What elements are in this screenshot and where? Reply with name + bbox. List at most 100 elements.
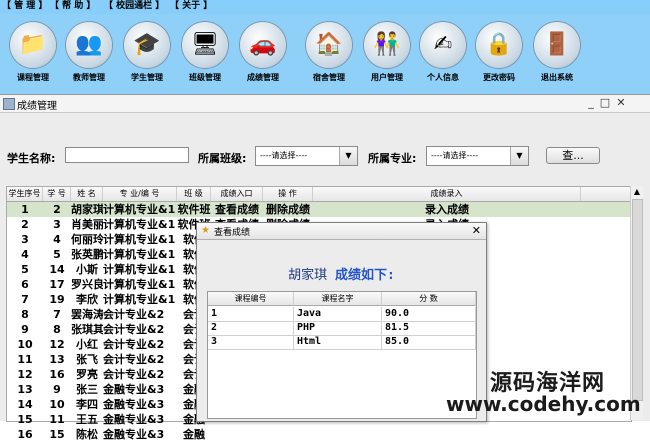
- cell-student-id: 10: [49, 398, 65, 411]
- major-label: 所属专业:: [368, 152, 417, 165]
- cell-student-id: 2: [53, 203, 61, 216]
- toolbar-button-label: 个人信息: [427, 73, 459, 82]
- cell-major: 会计专业&2: [103, 338, 165, 351]
- chevron-down-icon[interactable]: ▼: [510, 147, 528, 165]
- toolbar-button-class[interactable]: 🖥 班级管理: [180, 20, 230, 88]
- grades-column-header[interactable]: 分 数: [382, 292, 476, 306]
- cell-enter-grades-link[interactable]: 录入成绩: [313, 202, 581, 217]
- toolbar-button-label: 班级管理: [189, 73, 221, 82]
- grades-row[interactable]: 1 Java 90.0: [208, 307, 476, 322]
- cell-student-id: 9: [53, 383, 61, 396]
- cell-delete-grades-link[interactable]: 删除成绩: [263, 202, 313, 217]
- toolbar-button-users[interactable]: 👫 用户管理: [362, 20, 412, 88]
- grades-column-header[interactable]: 课程编号: [208, 292, 294, 306]
- toolbar-button-personal-info[interactable]: ✍ 个人信息: [418, 20, 468, 88]
- table-row[interactable]: 1 2 胡家琪 计算机专业&1 软件班 查看成绩 删除成绩 录入成绩: [7, 202, 631, 217]
- course-icon: 📁: [10, 22, 56, 68]
- grades-row[interactable]: 3 Html 85.0: [208, 335, 476, 350]
- cell-student-id: 7: [53, 308, 61, 321]
- cell-student-id: 16: [49, 368, 65, 381]
- cell-row-index: 1: [21, 203, 29, 216]
- toolbar-button-course[interactable]: 📁 课程管理: [8, 20, 58, 88]
- dialog-title: 查看成绩: [214, 228, 251, 238]
- cell-row-index: 9: [21, 323, 29, 336]
- dialog-heading-suffix: 成绩如下:: [335, 268, 395, 283]
- watermark-url: www.codehy.com: [446, 392, 641, 416]
- cell-major: 金融专业&3: [103, 428, 165, 441]
- menu-help[interactable]: 【 帮 助 】: [50, 0, 95, 14]
- cell-student-name: 罗亮: [76, 368, 98, 381]
- cell-major: 会计专业&2: [103, 308, 165, 321]
- vertical-scrollbar[interactable]: ▲: [630, 186, 643, 420]
- column-header[interactable]: 成绩录入: [313, 187, 581, 201]
- dialog-close-icon[interactable]: ✕: [472, 224, 481, 238]
- toolbar-button-teacher[interactable]: 👥 教师管理: [64, 20, 114, 88]
- cell-student-id: 17: [49, 278, 65, 291]
- toolbar-button-student[interactable]: 🎓 学生管理: [122, 20, 172, 88]
- cell-row-index: 16: [17, 428, 33, 441]
- maximize-icon[interactable]: □: [598, 96, 612, 110]
- cell-student-name: 小红: [76, 338, 98, 351]
- window-titlebar: 成绩管理 _ □ ✕: [0, 95, 650, 113]
- toolbar-button-label: 教师管理: [73, 73, 105, 82]
- cell-student-name: 李四: [76, 398, 98, 411]
- cell-view-grades-link[interactable]: [211, 427, 263, 442]
- cell-major: 计算机专业&1: [103, 233, 176, 246]
- window-icon: [3, 98, 15, 110]
- close-icon[interactable]: ✕: [614, 96, 628, 110]
- table-row[interactable]: 16 15 陈松 金融专业&3 金融: [7, 427, 631, 442]
- column-header[interactable]: 学 号: [43, 187, 71, 201]
- cell-major: 会计专业&2: [103, 323, 165, 336]
- grades-column-header[interactable]: 课程名字: [294, 292, 382, 306]
- cell-student-id: 5: [53, 248, 61, 261]
- column-header[interactable]: 专 业/编 号: [103, 187, 177, 201]
- cell-delete-grades-link[interactable]: [263, 427, 313, 442]
- column-header[interactable]: 学生序号: [7, 187, 43, 201]
- menu-about[interactable]: 【 关于 】: [170, 0, 212, 14]
- cell-view-grades-link[interactable]: 查看成绩: [211, 202, 263, 217]
- cell-student-id: 15: [49, 428, 65, 441]
- column-header[interactable]: 成绩入口: [211, 187, 263, 201]
- column-header[interactable]: 班 级: [177, 187, 211, 201]
- class-select[interactable]: ----请选择---- ▼: [255, 146, 358, 166]
- column-header[interactable]: 姓 名: [71, 187, 103, 201]
- cell-student-name: 李欣: [76, 293, 98, 306]
- class-label: 所属班级:: [198, 152, 247, 165]
- cell-major: 计算机专业&1: [103, 218, 176, 231]
- scrollbar-thumb[interactable]: [632, 199, 643, 401]
- grades-cell-course-number: 3: [208, 335, 294, 349]
- toolbar-button-password[interactable]: 🔒 更改密码: [474, 20, 524, 88]
- cell-student-name: 张琪其: [71, 323, 103, 336]
- toolbar-button-label: 课程管理: [17, 73, 49, 82]
- cell-student-id: 13: [49, 353, 65, 366]
- chevron-down-icon[interactable]: ▼: [339, 147, 357, 165]
- dialog-icon: ★: [201, 225, 210, 236]
- toolbar-button-grade[interactable]: 🚗 成绩管理: [238, 20, 288, 88]
- cell-major: 计算机专业&1: [103, 248, 176, 261]
- cell-enter-grades-link[interactable]: [313, 427, 581, 442]
- class-select-value: ----请选择----: [260, 151, 308, 160]
- table-header: 学生序号学 号姓 名专 业/编 号班 级成绩入口操 作成绩录入: [7, 187, 631, 202]
- cell-major: 计算机专业&1: [103, 263, 176, 276]
- exit-icon: 🚪: [534, 22, 580, 68]
- major-select[interactable]: ----请选择---- ▼: [426, 146, 529, 166]
- cell-row-index: 11: [17, 353, 33, 366]
- query-button[interactable]: 查...: [546, 147, 600, 164]
- toolbar-button-label: 更改密码: [483, 73, 515, 82]
- scroll-up-icon[interactable]: ▲: [631, 186, 643, 198]
- student-name-input[interactable]: [65, 147, 189, 163]
- cell-major: 计算机专业&1: [103, 293, 176, 306]
- menu-manage[interactable]: 【 管 理 】: [2, 0, 47, 14]
- minimize-icon[interactable]: _: [584, 96, 598, 110]
- cell-student-name: 罗兴良: [71, 278, 103, 291]
- grades-cell-course-number: 1: [208, 307, 294, 321]
- cell-student-id: 19: [49, 293, 65, 306]
- column-header[interactable]: 操 作: [263, 187, 313, 201]
- dormitory-icon: 🏠: [306, 22, 352, 68]
- menu-campus[interactable]: 【 校园通栏 】: [104, 0, 164, 14]
- grades-row[interactable]: 2 PHP 81.5: [208, 321, 476, 336]
- toolbar-button-exit[interactable]: 🚪 退出系统: [532, 20, 582, 88]
- grades-cell-score: 90.0: [382, 307, 476, 321]
- toolbar-button-dormitory[interactable]: 🏠 宿舍管理: [304, 20, 354, 88]
- cell-row-index: 13: [17, 383, 33, 396]
